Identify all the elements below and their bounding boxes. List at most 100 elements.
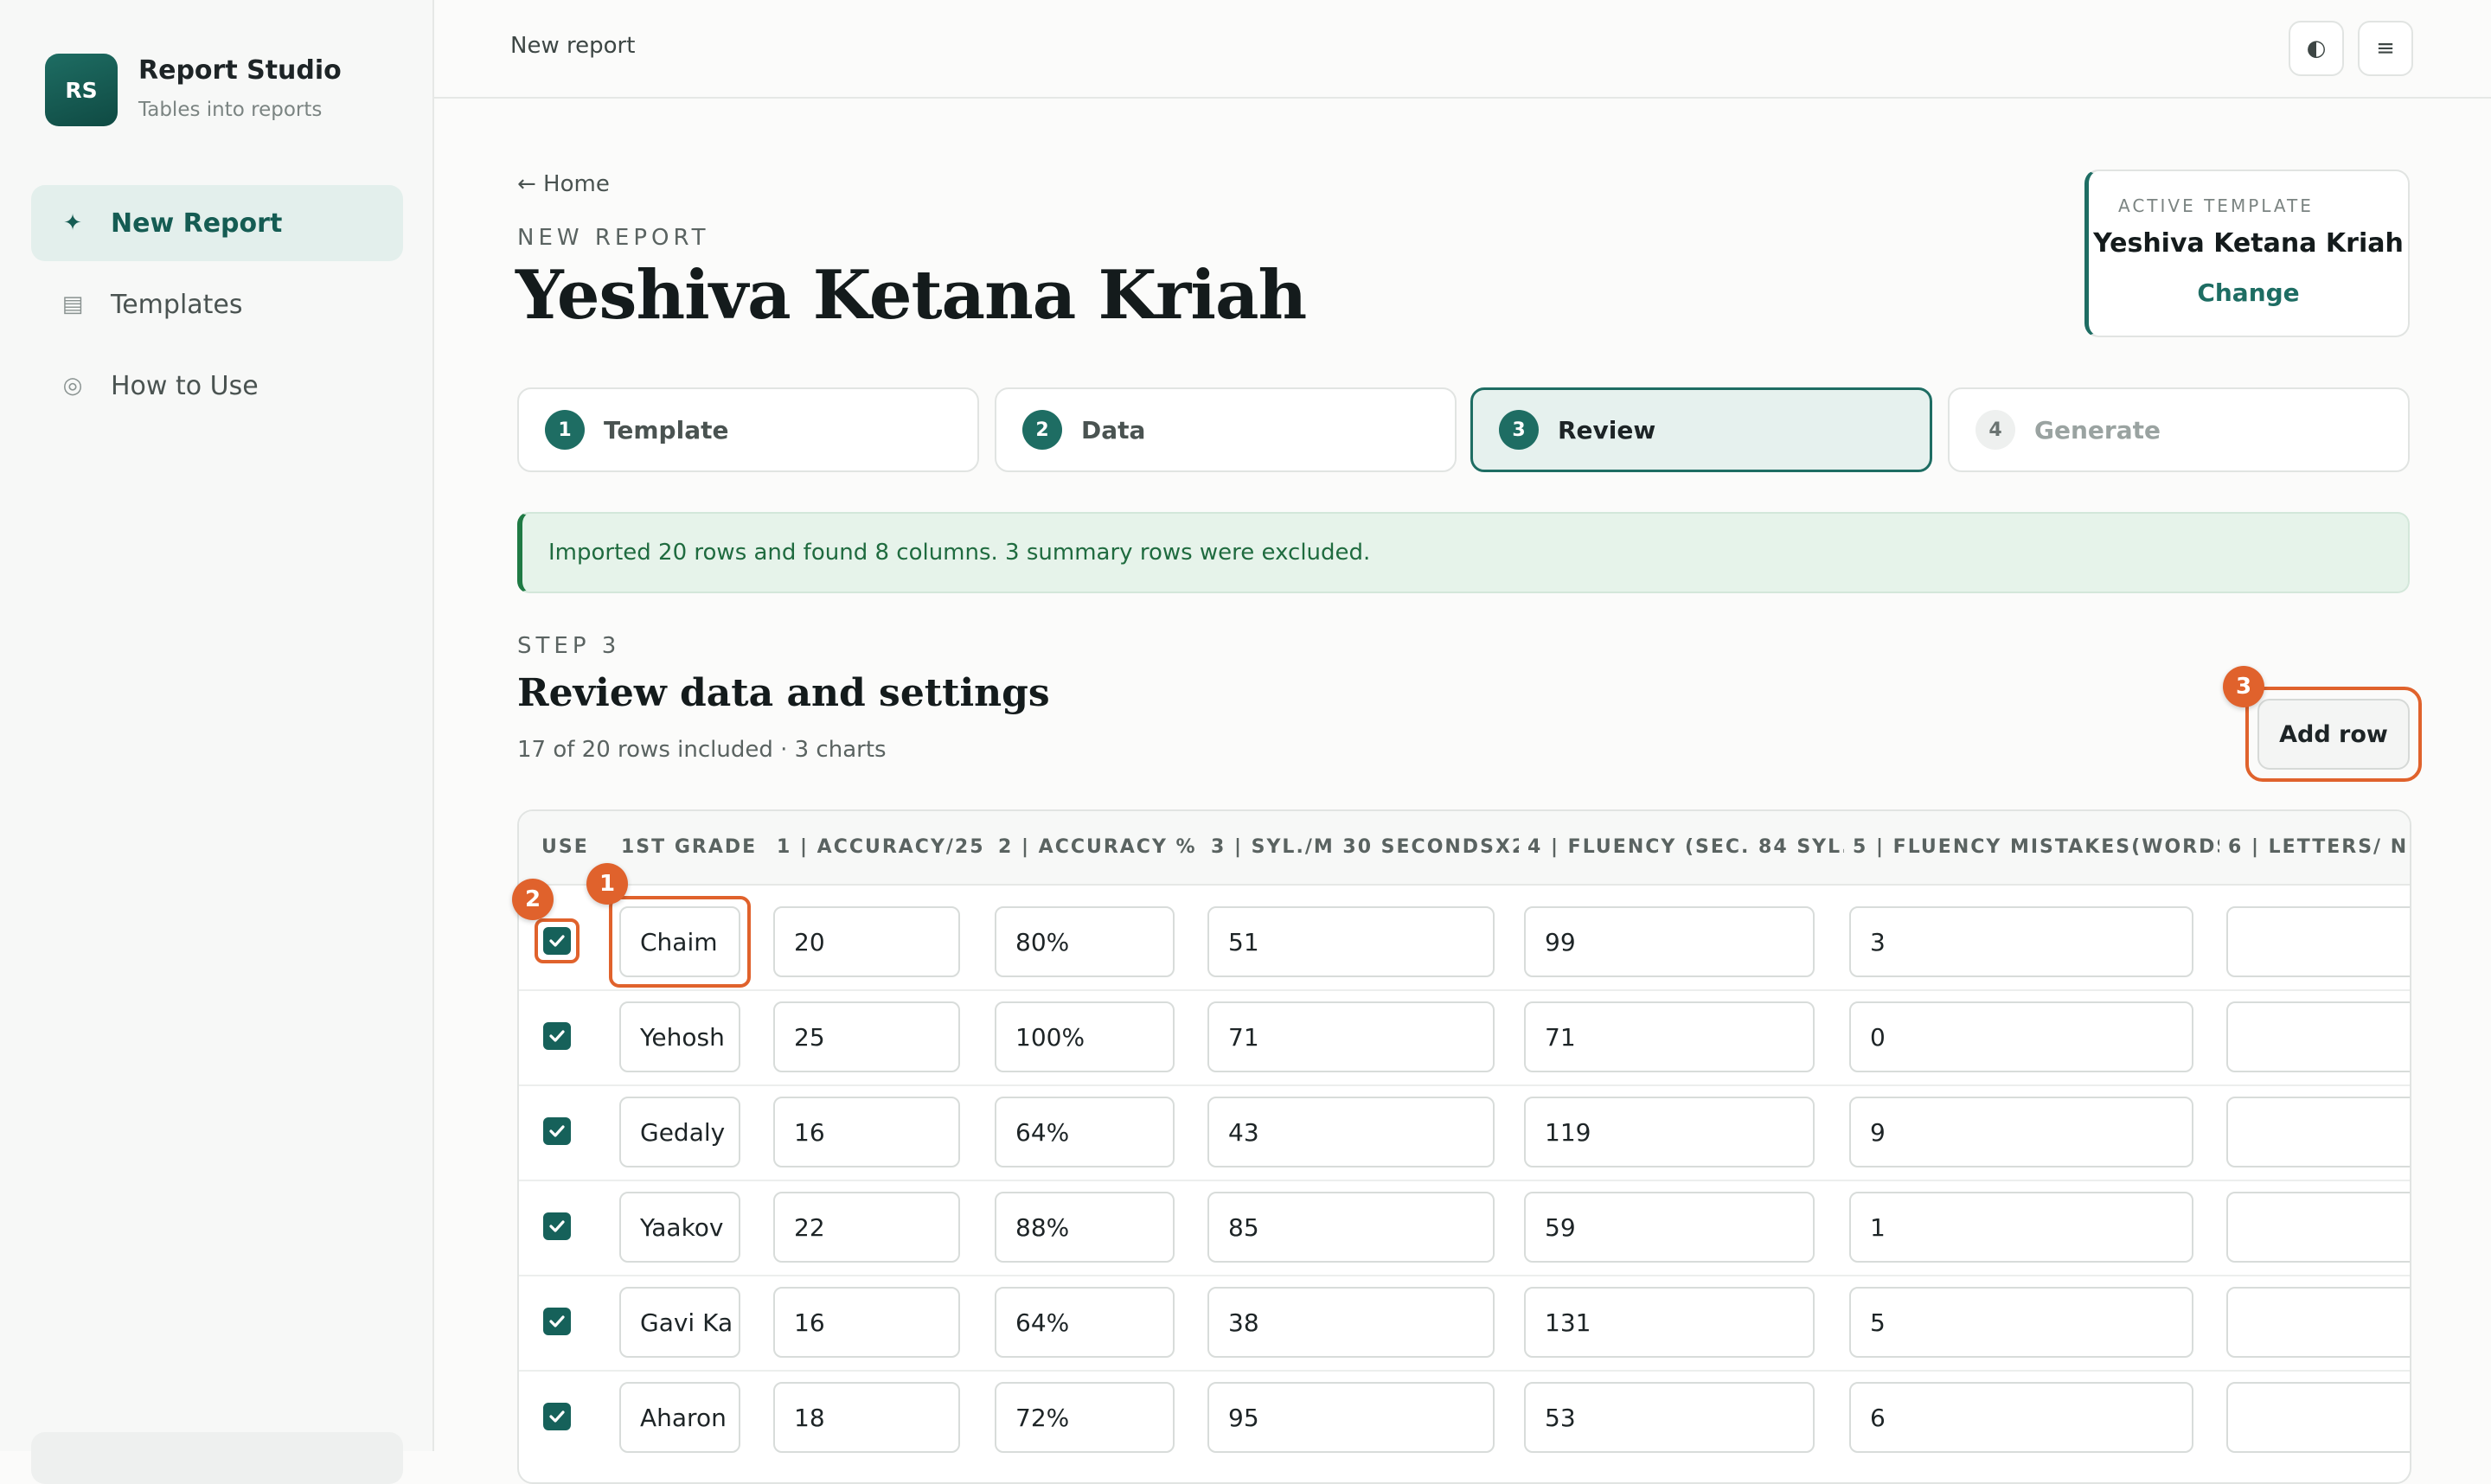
step-number: 3 <box>1499 410 1539 450</box>
score-input[interactable] <box>2226 1001 2410 1072</box>
score-input[interactable]: 16 <box>773 1097 960 1167</box>
score-input[interactable]: 88% <box>995 1192 1175 1263</box>
page-eyebrow: NEW REPORT <box>517 225 710 251</box>
nav-item-label: Templates <box>111 289 243 320</box>
score-input[interactable]: 18 <box>773 1382 960 1453</box>
score-input[interactable]: 22 <box>773 1192 960 1263</box>
score-input[interactable]: 100% <box>995 1001 1175 1072</box>
step-review[interactable]: 3 Review <box>1470 387 1932 472</box>
score-input[interactable]: 1 <box>1849 1192 2193 1263</box>
step-generate[interactable]: 4 Generate <box>1948 387 2410 472</box>
score-input[interactable]: 16 <box>773 1287 960 1358</box>
sidebar-footer-card <box>31 1432 403 1484</box>
score-input[interactable] <box>2226 1192 2410 1263</box>
step-template[interactable]: 1 Template <box>517 387 979 472</box>
score-input[interactable]: 64% <box>995 1287 1175 1358</box>
score-input[interactable]: 80% <box>995 906 1175 977</box>
nav-item-new-report[interactable]: ✦ New Report <box>31 185 403 261</box>
score-input[interactable]: 3 <box>1849 906 2193 977</box>
step-label: Review <box>1558 415 1656 445</box>
score-input[interactable]: 71 <box>1524 1001 1815 1072</box>
score-input[interactable] <box>2226 1382 2410 1453</box>
score-input[interactable]: 38 <box>1207 1287 1495 1358</box>
name-cell-highlight <box>609 896 751 988</box>
active-template-label: ACTIVE TEMPLATE <box>2118 195 2314 216</box>
column-header: 4 | FLUENCY (SEC. 84 SYL.) <box>1527 836 1844 858</box>
score-input[interactable]: 43 <box>1207 1097 1495 1167</box>
score-input[interactable]: 131 <box>1524 1287 1815 1358</box>
list-icon: ▤ <box>61 291 84 317</box>
score-input[interactable]: 5 <box>1849 1287 2193 1358</box>
student-name-input[interactable]: Yehosh <box>619 1001 740 1072</box>
column-header: 1ST GRADE <box>621 836 758 858</box>
score-input[interactable]: 0 <box>1849 1001 2193 1072</box>
student-name-input[interactable]: Gavi Ka <box>619 1287 740 1358</box>
student-name-input[interactable]: Aharon <box>619 1382 740 1453</box>
score-input[interactable] <box>2226 1097 2410 1167</box>
score-input[interactable] <box>2226 906 2410 977</box>
use-row-checkbox[interactable] <box>543 1212 571 1240</box>
sidebar: RS Report Studio Tables into reports ✦ N… <box>0 0 434 1484</box>
brand-name: Report Studio <box>138 55 342 86</box>
brand-tagline: Tables into reports <box>138 99 323 121</box>
step-label: Generate <box>2034 415 2161 445</box>
checkbox-highlight <box>535 918 580 963</box>
contrast-icon: ◐ <box>2306 35 2327 61</box>
brand-logo: RS <box>45 54 118 126</box>
column-header: 1 | ACCURACY/25 <box>777 836 985 858</box>
menu-icon: ≡ <box>2376 35 2395 61</box>
row-divider <box>519 1370 2410 1372</box>
step-number: 2 <box>1022 410 1062 450</box>
score-input[interactable]: 53 <box>1524 1382 1815 1453</box>
score-input[interactable]: 59 <box>1524 1192 1815 1263</box>
score-input[interactable]: 9 <box>1849 1097 2193 1167</box>
score-input[interactable] <box>2226 1287 2410 1358</box>
score-input[interactable]: 99 <box>1524 906 1815 977</box>
score-input[interactable]: 51 <box>1207 906 1495 977</box>
score-input[interactable]: 20 <box>773 906 960 977</box>
section-subtitle: 17 of 20 rows included · 3 charts <box>517 737 887 763</box>
back-home-link[interactable]: ← Home <box>517 171 610 197</box>
section-eyebrow: STEP 3 <box>517 633 621 659</box>
score-input[interactable]: 95 <box>1207 1382 1495 1453</box>
use-row-checkbox[interactable] <box>543 1308 571 1335</box>
use-row-checkbox[interactable] <box>543 1117 571 1145</box>
nav-item-label: New Report <box>111 208 283 239</box>
topbar-title: New report <box>510 33 636 59</box>
add-row-button[interactable]: Add row <box>2257 699 2410 770</box>
menu-button[interactable]: ≡ <box>2358 21 2413 76</box>
step-label: Data <box>1081 415 1146 445</box>
row-divider <box>519 1275 2410 1276</box>
row-divider <box>519 1180 2410 1181</box>
step-marker-1: 1 <box>586 863 628 905</box>
import-success-alert: Imported 20 rows and found 8 columns. 3 … <box>517 512 2410 593</box>
score-input[interactable]: 25 <box>773 1001 960 1072</box>
score-input[interactable]: 72% <box>995 1382 1175 1453</box>
topbar: New report ◐ ≡ <box>434 0 2491 99</box>
student-name-input[interactable]: Yaakov <box>619 1192 740 1263</box>
step-marker-2: 2 <box>512 879 554 920</box>
theme-toggle-button[interactable]: ◐ <box>2289 21 2344 76</box>
step-marker-3: 3 <box>2223 666 2264 707</box>
column-header: 2 | ACCURACY % <box>998 836 1197 858</box>
page-title: Yeshiva Ketana Kriah <box>515 256 1307 335</box>
student-name-input[interactable]: Gedaly <box>619 1097 740 1167</box>
score-input[interactable]: 71 <box>1207 1001 1495 1072</box>
nav-item-templates[interactable]: ▤ Templates <box>31 266 403 342</box>
column-header: 3 | SYL./M 30 SECONDSX2 <box>1211 836 1519 858</box>
nav-item-how-to-use[interactable]: ◎ How to Use <box>31 348 403 424</box>
section-title: Review data and settings <box>517 671 1050 715</box>
step-number: 1 <box>545 410 585 450</box>
score-input[interactable]: 64% <box>995 1097 1175 1167</box>
nav-item-label: How to Use <box>111 370 259 401</box>
score-input[interactable]: 6 <box>1849 1382 2193 1453</box>
sparkle-icon: ✦ <box>63 210 82 236</box>
row-divider <box>519 1084 2410 1086</box>
step-data[interactable]: 2 Data <box>995 387 1457 472</box>
score-input[interactable]: 119 <box>1524 1097 1815 1167</box>
change-template-link[interactable]: Change <box>2089 278 2408 307</box>
score-input[interactable]: 85 <box>1207 1192 1495 1263</box>
data-table: USE 1ST GRADE 1 | ACCURACY/25 2 | ACCURACY … <box>517 809 2411 1484</box>
use-row-checkbox[interactable] <box>543 1403 571 1430</box>
use-row-checkbox[interactable] <box>543 1022 571 1050</box>
